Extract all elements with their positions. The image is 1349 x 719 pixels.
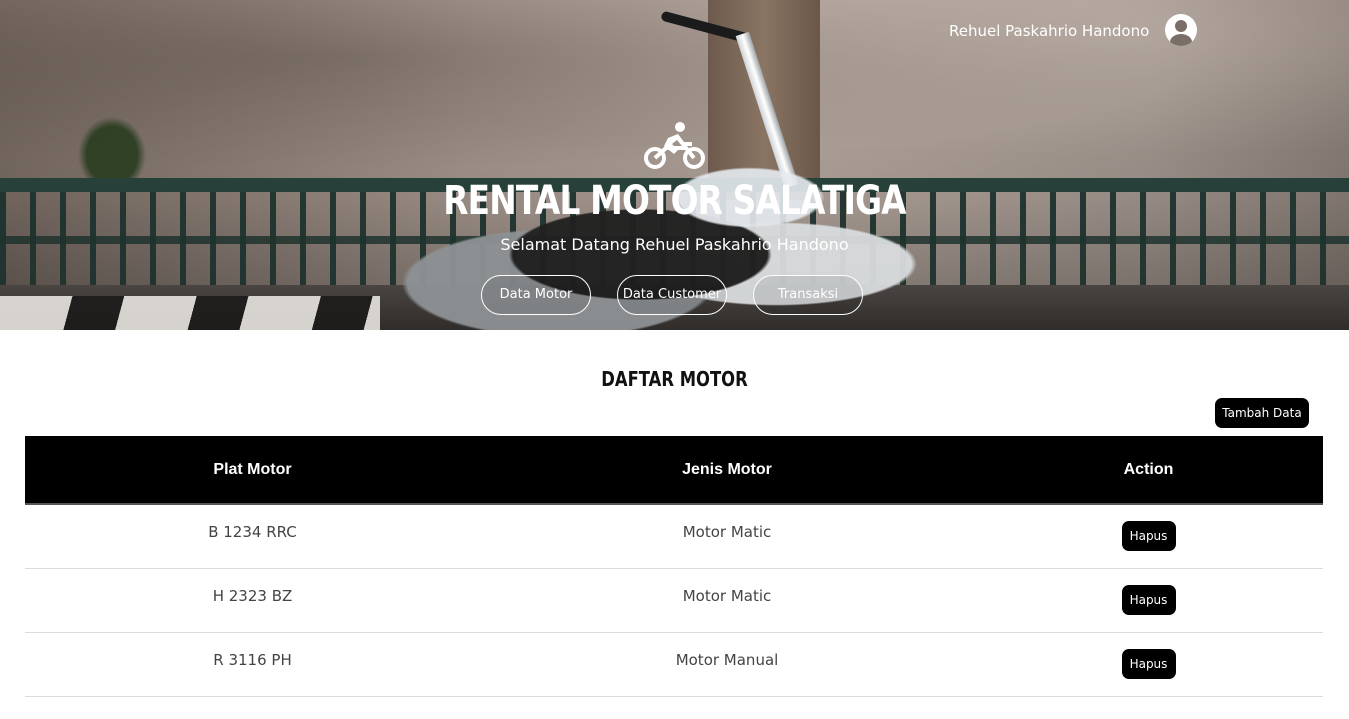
cell-action: Hapus xyxy=(974,633,1323,679)
cell-action: Hapus xyxy=(974,505,1323,551)
column-header-action: Action xyxy=(1123,460,1174,478)
cell-action: Hapus xyxy=(974,569,1323,615)
page-title: DAFTAR MOTOR xyxy=(601,367,748,391)
cell-jenis: Motor Matic xyxy=(682,523,772,541)
delete-button[interactable]: Hapus xyxy=(1121,649,1176,679)
nav-data-customer-button[interactable]: Data Customer xyxy=(617,275,727,315)
add-data-button[interactable]: Tambah Data xyxy=(1215,398,1309,428)
user-name[interactable]: Rehuel Paskahrio Handono xyxy=(949,20,1149,42)
table-row: H 2323 BZ Motor Matic Hapus xyxy=(25,569,1323,633)
cell-jenis: Motor Manual xyxy=(675,651,779,669)
welcome-text: Selamat Datang Rehuel Paskahrio Handono xyxy=(500,235,849,254)
table-row: R 3116 PH Motor Manual Hapus xyxy=(25,633,1323,697)
motor-table: Plat Motor Jenis Motor Action B 1234 RRC… xyxy=(25,436,1323,697)
cell-plat: H 2323 BZ xyxy=(212,587,293,605)
brand-title: RENTAL MOTOR SALATIGA xyxy=(443,178,906,224)
column-header-plat: Plat Motor xyxy=(213,460,292,478)
table-header: Plat Motor Jenis Motor Action xyxy=(25,436,1323,505)
column-header-jenis: Jenis Motor xyxy=(682,460,772,478)
table-row: B 1234 RRC Motor Matic Hapus xyxy=(25,505,1323,569)
hero-curb xyxy=(0,296,380,330)
motorcycle-rider-icon xyxy=(644,122,705,169)
delete-button[interactable]: Hapus xyxy=(1121,585,1176,615)
cell-jenis: Motor Matic xyxy=(682,587,772,605)
nav-data-motor-button[interactable]: Data Motor xyxy=(481,275,591,315)
user-circle-icon[interactable] xyxy=(1165,14,1197,46)
cell-plat: R 3116 PH xyxy=(213,651,292,669)
avatar-shoulders xyxy=(1170,34,1192,46)
nav-transaksi-button[interactable]: Transaksi xyxy=(753,275,863,315)
avatar-head xyxy=(1175,20,1187,32)
delete-button[interactable]: Hapus xyxy=(1121,521,1176,551)
cell-plat: B 1234 RRC xyxy=(208,523,297,541)
